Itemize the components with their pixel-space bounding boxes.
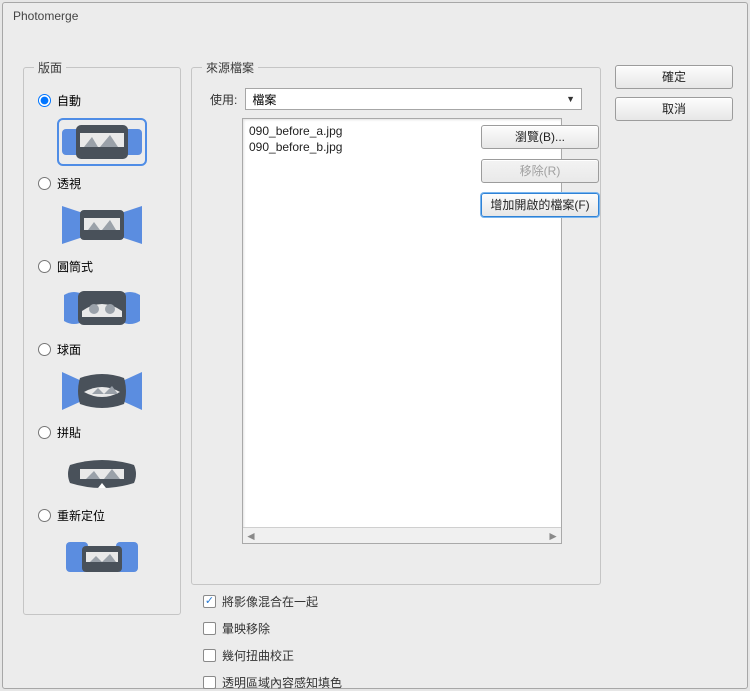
use-label: 使用: <box>210 91 237 108</box>
check-geodist[interactable]: 幾何扭曲校正 <box>203 647 342 664</box>
photomerge-dialog: Photomerge 版面 自動 透視 圓筒式 球面 <box>2 2 748 689</box>
layout-option-reposition[interactable]: 重新定位 <box>34 505 170 526</box>
thumb-spherical <box>60 370 144 412</box>
layout-option-collage[interactable]: 拼貼 <box>34 422 170 443</box>
radio-cylindrical[interactable] <box>38 260 51 273</box>
checkbox-icon[interactable] <box>203 676 216 689</box>
layout-option-label: 球面 <box>57 341 81 358</box>
source-legend: 來源檔案 <box>202 59 258 76</box>
check-caf[interactable]: 透明區域內容感知填色 <box>203 674 342 691</box>
horizontal-scrollbar[interactable]: ◄► <box>243 527 561 543</box>
thumb-perspective <box>60 204 144 246</box>
layout-option-auto[interactable]: 自動 <box>34 90 170 111</box>
layout-legend: 版面 <box>34 59 66 76</box>
layout-option-perspective[interactable]: 透視 <box>34 173 170 194</box>
radio-perspective[interactable] <box>38 177 51 190</box>
layout-option-label: 圓筒式 <box>57 258 93 275</box>
checkbox-icon[interactable] <box>203 649 216 662</box>
check-vignette[interactable]: 暈映移除 <box>203 620 342 637</box>
scroll-right-icon[interactable]: ► <box>547 529 559 543</box>
radio-spherical[interactable] <box>38 343 51 356</box>
chevron-down-icon: ▼ <box>566 94 575 104</box>
thumb-reposition <box>60 536 144 578</box>
check-label: 透明區域內容感知填色 <box>222 674 342 691</box>
layout-option-cylindrical[interactable]: 圓筒式 <box>34 256 170 277</box>
layout-option-label: 拼貼 <box>57 424 81 441</box>
use-combobox[interactable]: 檔案 ▼ <box>245 88 582 110</box>
layout-option-spherical[interactable]: 球面 <box>34 339 170 360</box>
layout-option-label: 重新定位 <box>57 507 105 524</box>
browse-button[interactable]: 瀏覽(B)... <box>481 125 599 149</box>
thumb-collage <box>60 453 144 495</box>
add-open-files-button[interactable]: 增加開啟的檔案(F) <box>481 193 599 217</box>
layout-option-label: 透視 <box>57 175 81 192</box>
radio-reposition[interactable] <box>38 509 51 522</box>
check-label: 暈映移除 <box>222 620 270 637</box>
cancel-button[interactable]: 取消 <box>615 97 733 121</box>
checkbox-icon[interactable] <box>203 622 216 635</box>
ok-button[interactable]: 確定 <box>615 65 733 89</box>
checkbox-icon[interactable]: ✓ <box>203 595 216 608</box>
radio-auto[interactable] <box>38 94 51 107</box>
use-value: 檔案 <box>252 91 276 108</box>
check-label: 幾何扭曲校正 <box>222 647 294 664</box>
layout-fieldset: 版面 自動 透視 圓筒式 球面 拼貼 <box>23 59 181 615</box>
layout-option-label: 自動 <box>57 92 81 109</box>
scroll-left-icon[interactable]: ◄ <box>245 529 257 543</box>
check-blend[interactable]: ✓ 將影像混合在一起 <box>203 593 342 610</box>
thumb-auto <box>60 121 144 163</box>
dialog-title: Photomerge <box>3 3 747 29</box>
remove-button[interactable]: 移除(R) <box>481 159 599 183</box>
radio-collage[interactable] <box>38 426 51 439</box>
check-label: 將影像混合在一起 <box>222 593 318 610</box>
thumb-cylindrical <box>60 287 144 329</box>
